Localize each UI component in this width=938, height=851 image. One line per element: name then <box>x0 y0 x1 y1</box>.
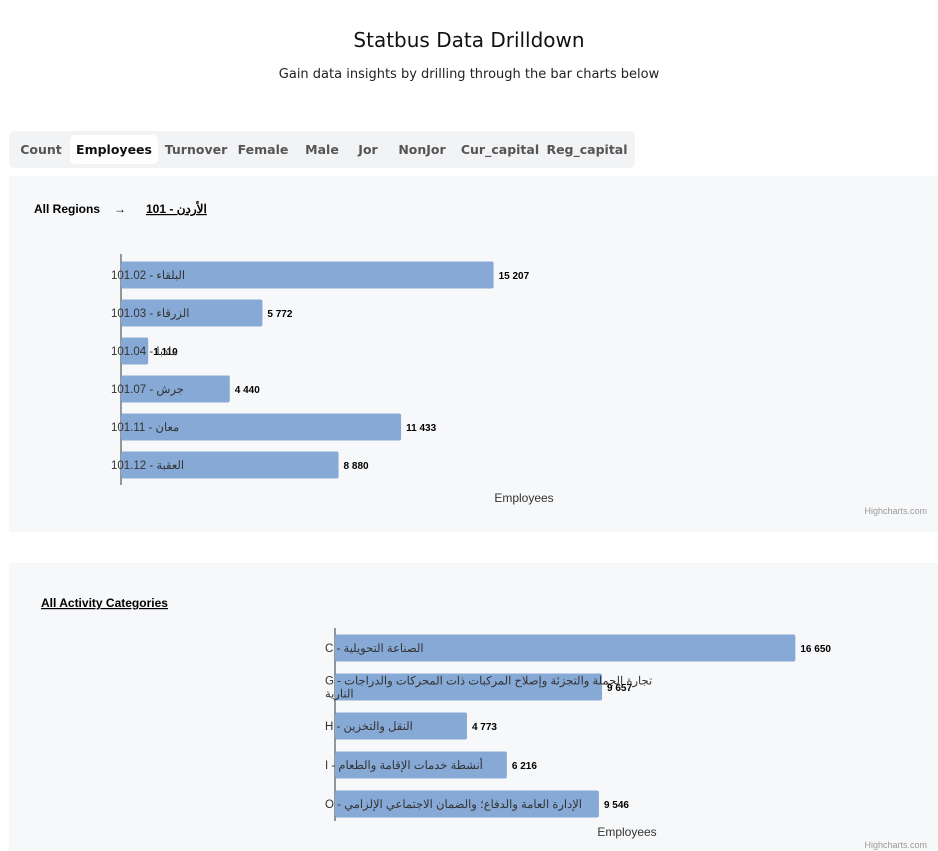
data-label: 6 216 <box>512 761 537 772</box>
data-label: 4 773 <box>472 722 497 733</box>
tab-jor[interactable]: Jor <box>350 135 386 164</box>
page-title: Statbus Data Drilldown <box>353 28 585 52</box>
breadcrumb-root[interactable]: All Regions <box>34 202 100 216</box>
tab-nonjor[interactable]: NonJor <box>391 135 453 164</box>
category-label[interactable]: البلقاء - 101.02 <box>111 269 185 282</box>
tab-count[interactable]: Count <box>16 135 66 164</box>
data-label: 11 433 <box>406 423 436 434</box>
category-label[interactable]: مادبا - 101.04 <box>111 345 178 358</box>
data-label: 9 546 <box>604 800 629 811</box>
activities-chart-panel: All Activity Categories 16 650 الصناعة ال… <box>9 563 938 851</box>
regions-chart: All Regions → الأردن - 101 15 207 البلقاء… <box>34 201 927 516</box>
chart-credit[interactable]: Highcharts.com <box>864 840 927 850</box>
category-label[interactable]: جرش - 101.07 <box>111 384 184 396</box>
tab-reg-capital[interactable]: Reg_capital <box>546 135 628 164</box>
data-label: 16 650 <box>800 644 831 655</box>
category-label[interactable]: الزرقاء - 101.03 <box>111 307 189 320</box>
tab-turnover[interactable]: Turnover <box>161 135 231 164</box>
data-label: 8 880 <box>344 461 369 472</box>
category-label[interactable]: النقل والتخزين - H <box>325 720 413 733</box>
x-axis-title: Employees <box>597 825 656 839</box>
tab-cur-capital[interactable]: Cur_capital <box>459 135 541 164</box>
data-label: 5 772 <box>267 309 292 320</box>
category-label[interactable]: الصناعة التحويلية - C <box>325 642 424 655</box>
metric-tabs: Count Employees Turnover Female Male Jor… <box>9 131 635 168</box>
tab-employees[interactable]: Employees <box>70 135 158 164</box>
x-axis-title: Employees <box>494 491 553 505</box>
breadcrumb-current[interactable]: الأردن - 101 <box>146 201 207 217</box>
data-label: 15 207 <box>499 271 530 282</box>
page-subtitle: Gain data insights by drilling through t… <box>278 67 660 82</box>
breadcrumb-root[interactable]: All Activity Categories <box>41 596 168 610</box>
tab-male[interactable]: Male <box>300 135 344 164</box>
activities-chart: All Activity Categories 16 650 الصناعة ال… <box>41 596 927 850</box>
regions-chart-panel: All Regions → الأردن - 101 15 207 البلقاء… <box>9 176 938 532</box>
data-label: 4 440 <box>235 385 260 396</box>
tab-female[interactable]: Female <box>235 135 291 164</box>
chart-credit[interactable]: Highcharts.com <box>864 506 927 516</box>
breadcrumb-arrow: → <box>114 202 126 216</box>
category-label[interactable]: أنشطة خدمات الإقامة والطعام - I <box>325 757 483 773</box>
category-label[interactable]: الإدارة العامة والدفاع؛ والضمان الاجتماع… <box>325 798 582 812</box>
category-label[interactable]: العقبة - 101.12 <box>111 459 184 472</box>
category-label[interactable]: معان - 101.11 <box>111 421 179 434</box>
